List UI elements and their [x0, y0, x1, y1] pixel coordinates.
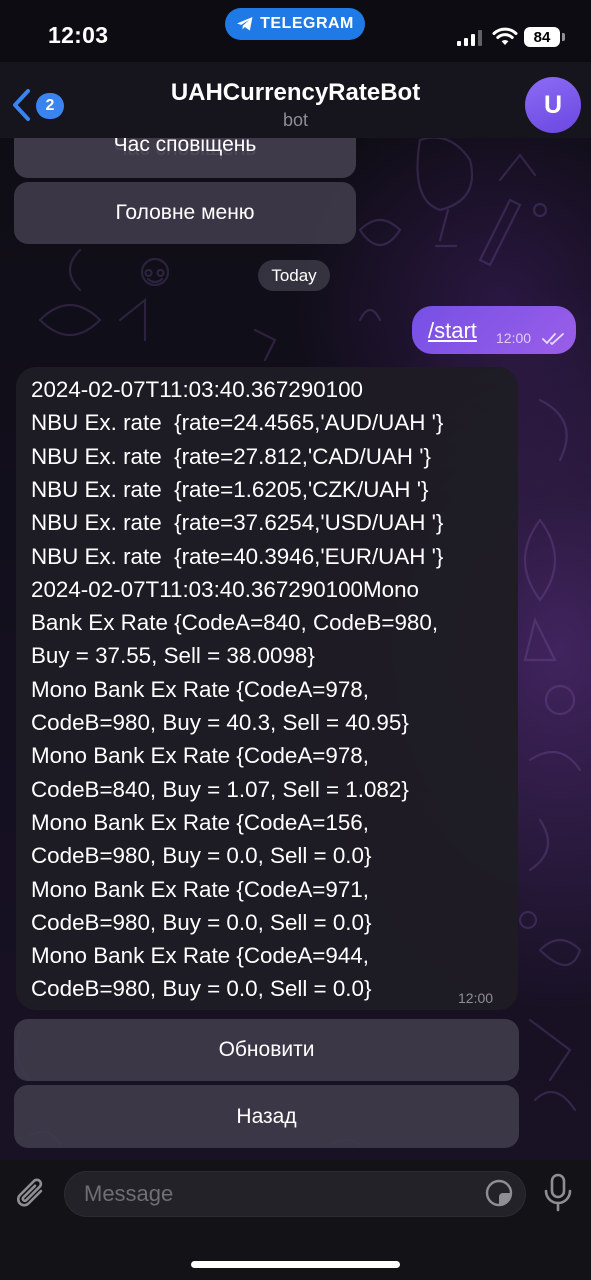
battery-indicator: 84 [524, 27, 560, 47]
telegram-pill-label: TELEGRAM [260, 15, 354, 32]
keyboard-button-refresh[interactable]: Обновити [14, 1019, 519, 1081]
message-line: CodeB=980, Buy = 0.0, Sell = 0.0} [31, 976, 372, 1001]
message-line: NBU Ex. rate {rate=37.6254,'USD/UAH '} [31, 510, 444, 535]
message-line: Mono Bank Ex Rate {CodeA=944, [31, 943, 369, 968]
chat-title[interactable]: UAHCurrencyRateBot [0, 79, 591, 107]
keyboard-button-back[interactable]: Назад [14, 1085, 519, 1148]
date-separator: Today [258, 260, 330, 291]
home-indicator[interactable] [191, 1261, 400, 1268]
message-line: NBU Ex. rate {rate=27.812,'CAD/UAH '} [31, 444, 431, 469]
wifi-icon [492, 27, 518, 45]
message-line: 2024-02-07T11:03:40.367290100Mono [31, 577, 420, 602]
message-line: Mono Bank Ex Rate {CodeA=978, [31, 677, 369, 702]
cellular-signal-icon [457, 30, 482, 46]
message-line: Mono Bank Ex Rate {CodeA=156, [31, 810, 369, 835]
message-line: Mono Bank Ex Rate {CodeA=971, [31, 877, 369, 902]
message-line: Bank Ex Rate {CodeA=840, CodeB=980, [31, 610, 439, 635]
incoming-message-time: 12:00 [458, 990, 494, 1006]
message-line: NBU Ex. rate {rate=24.4565,'AUD/UAH '} [31, 410, 444, 435]
telegram-pill[interactable]: TELEGRAM [225, 8, 365, 40]
status-time: 12:03 [48, 22, 109, 48]
telegram-plane-icon [237, 17, 253, 31]
keyboard-button-notification-time-visible[interactable]: Час сповіщень [14, 138, 356, 178]
message-line: Mono Bank Ex Rate {CodeA=978, [31, 743, 369, 768]
outgoing-command-link[interactable]: /start [428, 318, 477, 344]
message-input[interactable] [64, 1171, 526, 1217]
sticker-icon[interactable] [484, 1178, 514, 1208]
outgoing-message-time: 12:00 [496, 330, 532, 346]
avatar[interactable]: U [525, 77, 581, 133]
keyboard-button-label: Час сповіщень [113, 138, 257, 156]
microphone-icon[interactable] [540, 1172, 576, 1214]
message-line: CodeB=980, Buy = 0.0, Sell = 0.0} [31, 910, 372, 935]
keyboard-button-main-menu[interactable]: Головне меню [14, 182, 356, 244]
message-line: NBU Ex. rate {rate=1.6205,'CZK/UAH '} [31, 477, 429, 502]
message-line: CodeB=980, Buy = 0.0, Sell = 0.0} [31, 843, 372, 868]
double-check-icon [542, 333, 564, 346]
message-line: Buy = 37.55, Sell = 38.0098} [31, 643, 315, 668]
message-line: NBU Ex. rate {rate=40.3946,'EUR/UAH '} [31, 544, 444, 569]
message-line: CodeB=840, Buy = 1.07, Sell = 1.082} [31, 777, 409, 802]
paperclip-icon[interactable] [14, 1174, 50, 1214]
battery-tip [562, 33, 565, 41]
chat-subtitle: bot [282, 110, 309, 130]
message-line: CodeB=980, Buy = 40.3, Sell = 40.95} [31, 710, 409, 735]
message-line: 2024-02-07T11:03:40.367290100 [31, 377, 363, 402]
